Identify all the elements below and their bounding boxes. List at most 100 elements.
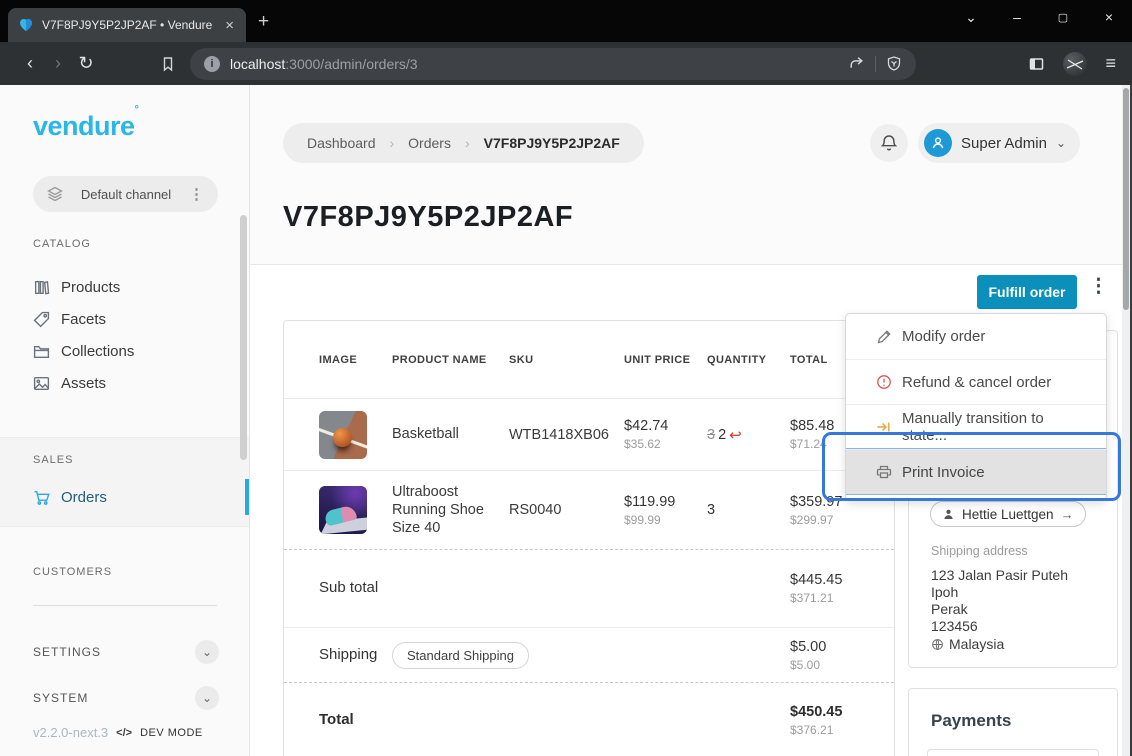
pencil-icon <box>876 329 892 345</box>
sales-section: SALES Orders <box>0 437 249 527</box>
menu-item-print-invoice[interactable]: Print Invoice <box>846 449 1106 494</box>
quantity-new: 2 <box>718 427 726 443</box>
section-label-sales: SALES <box>33 454 73 466</box>
browser-window: V7F8PJ9Y5P2JP2AF • Vendure × + ⌄ – ▢ × ‹… <box>0 0 1132 756</box>
payments-title: Payments <box>931 711 1011 731</box>
page-title: V7F8PJ9Y5P2JP2AF <box>283 201 573 234</box>
bookmark-icon[interactable] <box>160 56 176 72</box>
url-text[interactable]: localhost:3000/admin/orders/3 <box>230 56 418 72</box>
breadcrumb-current: V7F8PJ9Y5P2JP2AF <box>484 135 620 151</box>
browser-menu-icon[interactable]: ≡ <box>1105 53 1116 74</box>
url-host: localhost <box>230 56 285 72</box>
browser-toolbar: ‹ › ↻ i localhost:3000/admin/orders/3 <box>0 42 1132 85</box>
shipping-row: Shipping Standard Shipping $5.00 $5.00 <box>284 628 894 683</box>
sidebar-group-settings[interactable]: SETTINGS ⌄ <box>33 637 219 667</box>
new-tab-button[interactable]: + <box>258 11 269 33</box>
user-name: Super Admin <box>961 135 1047 152</box>
layers-icon <box>47 186 63 202</box>
total-row: Total $450.45 $376.21 <box>284 683 894 756</box>
browser-tab[interactable]: V7F8PJ9Y5P2JP2AF • Vendure × <box>8 8 246 42</box>
section-label-customers: CUSTOMERS <box>33 566 112 578</box>
brave-shield-icon[interactable] <box>886 55 902 72</box>
browser-titlebar: V7F8PJ9Y5P2JP2AF • Vendure × + ⌄ – ▢ × <box>0 0 1132 42</box>
user-menu-button[interactable]: Super Admin ⌄ <box>918 123 1080 163</box>
window-close-button[interactable]: × <box>1086 0 1132 34</box>
tab-search-icon[interactable]: ⌄ <box>948 0 994 34</box>
page-scrollbar[interactable] <box>1122 85 1130 756</box>
notifications-button[interactable] <box>870 124 908 162</box>
window-maximize-button[interactable]: ▢ <box>1040 0 1086 34</box>
url-bar[interactable]: i localhost:3000/admin/orders/3 <box>190 48 916 80</box>
fulfill-order-button[interactable]: Fulfill order <box>977 275 1077 309</box>
payment-detail-box <box>927 749 1099 756</box>
breadcrumb-dashboard[interactable]: Dashboard <box>307 135 376 151</box>
transition-arrow-icon <box>876 419 892 435</box>
app-version: v2.2.0-next.3 <box>33 725 108 740</box>
scrollbar-thumb[interactable] <box>1123 88 1129 310</box>
person-icon <box>942 508 955 521</box>
url-path: :3000/admin/orders/3 <box>285 56 417 72</box>
sidebar-scrollbar[interactable] <box>240 215 247 460</box>
breadcrumb: Dashboard › Orders › V7F8PJ9Y5P2JP2AF <box>283 123 644 163</box>
chevron-down-icon[interactable]: ⌄ <box>195 686 219 710</box>
sidebar-toggle-icon[interactable] <box>1028 56 1045 72</box>
order-actions-kebab-icon[interactable]: ⋮ <box>1089 277 1108 296</box>
chevron-down-icon[interactable]: ⌄ <box>195 640 219 664</box>
sidebar-item-orders[interactable]: Orders <box>0 479 249 515</box>
page-content: Fulfill order ⋮ IMAGE PRODUCT NAME SKU U… <box>250 265 1132 756</box>
breadcrumb-orders[interactable]: Orders <box>408 135 451 151</box>
tab-close-icon[interactable]: × <box>223 18 236 33</box>
sidebar: vendure° Default channel ⋮ CATALOG Produ… <box>0 85 250 756</box>
subtotal-row: Sub total $445.45 $371.21 <box>284 550 894 628</box>
site-info-icon[interactable]: i <box>204 56 220 72</box>
sidebar-item-facets[interactable]: Facets <box>0 303 250 335</box>
vendure-admin-app: vendure° Default channel ⋮ CATALOG Produ… <box>0 85 1132 756</box>
sidebar-divider <box>33 605 217 606</box>
bell-icon <box>880 134 898 152</box>
shipping-address-label: Shipping address <box>931 544 1028 558</box>
shipping-address: 123 Jalan Pasir Puteh Ipoh Perak 123456 … <box>931 567 1068 653</box>
alert-circle-icon <box>876 374 892 390</box>
back-button[interactable]: ‹ <box>16 53 44 74</box>
table-row: Basketball WTB1418XB06 $42.74 $35.62 3 2… <box>284 399 894 471</box>
browser-profile-avatar[interactable] <box>1063 52 1087 76</box>
channel-selector[interactable]: Default channel ⋮ <box>33 176 218 212</box>
channel-kebab-icon[interactable]: ⋮ <box>189 187 204 202</box>
dev-mode-label[interactable]: DEV MODE <box>140 727 203 739</box>
code-icon: </> <box>116 727 132 739</box>
channel-label: Default channel <box>73 187 179 202</box>
globe-icon <box>931 638 944 651</box>
order-lines-card: IMAGE PRODUCT NAME SKU UNIT PRICE QUANTI… <box>283 320 895 756</box>
avatar <box>924 129 952 157</box>
product-image-basketball[interactable] <box>319 411 367 459</box>
chevron-right-icon: › <box>465 135 470 151</box>
menu-item-transition-state[interactable]: Manually transition to state... <box>846 404 1106 449</box>
products-icon <box>33 279 50 296</box>
chevron-down-icon: ⌄ <box>1056 136 1066 150</box>
forward-button[interactable]: › <box>44 53 72 74</box>
active-indicator <box>245 479 249 515</box>
vendure-logo[interactable]: vendure° <box>33 111 138 142</box>
arrow-right-icon: → <box>1061 507 1074 522</box>
sidebar-item-collections[interactable]: Collections <box>0 335 250 367</box>
customer-link-button[interactable]: Hettie Luettgen → <box>930 501 1086 527</box>
menu-item-refund-cancel[interactable]: Refund & cancel order <box>846 359 1106 404</box>
image-icon <box>33 375 50 392</box>
share-icon[interactable] <box>848 55 865 72</box>
tag-icon <box>33 311 50 328</box>
menu-item-modify-order[interactable]: Modify order <box>846 314 1106 359</box>
cart-icon <box>33 489 50 506</box>
reload-button[interactable]: ↻ <box>72 53 100 74</box>
sidebar-group-system[interactable]: SYSTEM ⌄ <box>33 683 219 713</box>
person-icon <box>930 135 946 151</box>
product-image-shoe[interactable] <box>319 486 367 534</box>
payments-card: Payments <box>908 688 1118 756</box>
sidebar-item-products[interactable]: Products <box>0 271 250 303</box>
quantity-old: 3 <box>707 427 715 443</box>
page-header: Dashboard › Orders › V7F8PJ9Y5P2JP2AF Su… <box>250 85 1132 265</box>
section-label-catalog: CATALOG <box>33 238 91 250</box>
image-icon-assets[interactable]: Assets <box>0 367 250 399</box>
window-minimize-button[interactable]: – <box>994 0 1040 34</box>
chevron-right-icon: › <box>390 135 395 151</box>
folder-icon <box>33 343 50 360</box>
